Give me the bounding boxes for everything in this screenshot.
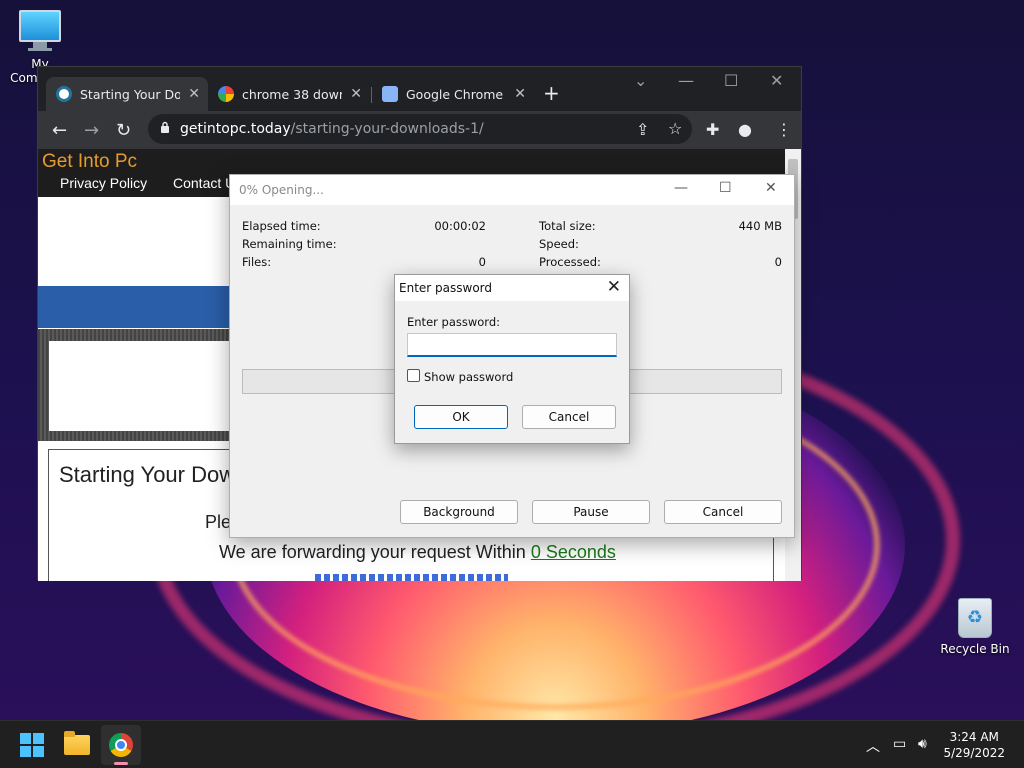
- reload-icon[interactable]: ↻: [116, 120, 131, 141]
- google-icon: [218, 86, 234, 102]
- please-text: Ple: [205, 512, 232, 532]
- url-text: getintopc.today/starting-your-downloads-…: [180, 121, 484, 137]
- chevron-up-icon[interactable]: ︿: [866, 736, 880, 756]
- desktop-icon-recycle-bin[interactable]: Recycle Bin: [935, 598, 1015, 656]
- loading-stripe: [315, 574, 508, 581]
- cancel-button[interactable]: Cancel: [664, 500, 782, 524]
- password-dialog-title: Enter password: [399, 281, 492, 295]
- tab-close-icon[interactable]: ✕: [350, 86, 362, 102]
- url-path: /starting-your-downloads-1/: [290, 121, 484, 137]
- ad-box: [49, 341, 239, 431]
- total-size-value: 440 MB: [738, 219, 782, 233]
- file-explorer-button[interactable]: [57, 725, 97, 765]
- page-title: Starting Your Dow: [59, 462, 236, 487]
- elapsed-label: Elapsed time:: [242, 219, 321, 233]
- taskbar: ︿ ▭ 🔊︎ 3:24 AM 5/29/2022: [0, 720, 1024, 768]
- tab-close-icon[interactable]: ✕: [188, 86, 200, 102]
- monitor-base: [28, 48, 52, 51]
- clock[interactable]: 3:24 AM 5/29/2022: [943, 729, 1005, 761]
- forward-icon[interactable]: →: [84, 120, 99, 141]
- extract-title: 0% Opening...: [239, 183, 324, 197]
- bookmark-star-icon[interactable]: ☆: [668, 119, 682, 138]
- close-button[interactable]: ✕: [770, 71, 783, 90]
- password-title-bar: Enter password ✕: [395, 275, 629, 301]
- tab-close-icon[interactable]: ✕: [514, 86, 526, 102]
- pause-button[interactable]: Pause: [532, 500, 650, 524]
- back-icon[interactable]: ←: [52, 120, 67, 141]
- browser-toolbar: ← → ↻ getintopc.today/starting-your-down…: [38, 111, 801, 149]
- new-tab-button[interactable]: +: [543, 81, 560, 105]
- password-input[interactable]: [407, 333, 617, 357]
- show-password-checkbox[interactable]: [407, 369, 420, 382]
- show-password-label[interactable]: Show password: [424, 370, 513, 384]
- profile-icon[interactable]: ●: [738, 120, 752, 139]
- seconds-link[interactable]: 0 Seconds: [531, 542, 616, 562]
- chrome-icon: [109, 733, 133, 757]
- tab-title: Starting Your Dow: [80, 86, 180, 102]
- site-n-icon: [382, 86, 398, 102]
- files-label: Files:: [242, 255, 272, 269]
- maximize-button[interactable]: ☐: [724, 71, 738, 90]
- speed-label: Speed:: [539, 237, 579, 251]
- tab-title: chrome 38 downlo: [242, 86, 342, 102]
- site-logo[interactable]: Get Into Pc: [42, 151, 137, 173]
- password-dialog: Enter password ✕ Enter password: Show pa…: [394, 274, 630, 444]
- lock-icon: [161, 121, 169, 133]
- monitor-icon: [19, 10, 61, 42]
- tab-search-icon[interactable]: ⌄: [634, 71, 647, 90]
- windows-logo-icon: [20, 733, 44, 757]
- total-size-label: Total size:: [539, 219, 596, 233]
- tab-chrome-38-download[interactable]: chrome 38 downlo ✕: [208, 77, 370, 111]
- extensions-icon[interactable]: ✚: [706, 120, 719, 139]
- files-value: 0: [478, 255, 486, 269]
- forward-text: We are forwarding your request Within 0 …: [219, 542, 616, 563]
- start-button[interactable]: [12, 725, 52, 765]
- maximize-button[interactable]: ☐: [719, 180, 732, 196]
- menu-icon[interactable]: ⋮: [776, 120, 792, 139]
- network-icon[interactable]: ▭: [893, 736, 906, 752]
- folder-icon: [64, 731, 90, 755]
- url-host: getintopc.today: [180, 121, 291, 137]
- clock-time: 3:24 AM: [949, 730, 999, 744]
- clock-date: 5/29/2022: [943, 746, 1005, 760]
- chrome-taskbar-button[interactable]: [101, 725, 141, 765]
- elapsed-value: 00:00:02: [434, 219, 486, 233]
- wordpress-icon: [56, 86, 72, 102]
- ok-button[interactable]: OK: [414, 405, 508, 429]
- processed-value: 0: [774, 255, 782, 269]
- tab-starting-downloads[interactable]: Starting Your Dow ✕: [46, 77, 208, 111]
- tab-title: Google Chrome 3: [406, 86, 506, 102]
- remaining-label: Remaining time:: [242, 237, 337, 251]
- active-app-indicator: [114, 762, 128, 765]
- desktop-icon-label: Recycle Bin: [940, 642, 1010, 656]
- tab-strip: Starting Your Dow ✕ chrome 38 downlo ✕ G…: [38, 67, 801, 111]
- volume-icon[interactable]: 🔊︎: [918, 736, 927, 752]
- extract-title-bar: 0% Opening... — ☐ ✕: [230, 175, 794, 205]
- recycle-bin-icon: [958, 598, 992, 638]
- processed-label: Processed:: [539, 255, 601, 269]
- cancel-button[interactable]: Cancel: [522, 405, 616, 429]
- minimize-button[interactable]: —: [674, 180, 688, 196]
- tab-google-chrome-3[interactable]: Google Chrome 3 ✕: [372, 77, 534, 111]
- forward-label: We are forwarding your request Within: [219, 542, 531, 562]
- minimize-button[interactable]: —: [678, 71, 694, 90]
- nav-privacy-policy[interactable]: Privacy Policy: [60, 175, 147, 191]
- password-label: Enter password:: [407, 315, 500, 329]
- close-icon[interactable]: ✕: [607, 277, 621, 297]
- share-icon[interactable]: ⇪: [636, 120, 649, 139]
- background-button[interactable]: Background: [400, 500, 518, 524]
- address-bar[interactable]: getintopc.today/starting-your-downloads-…: [148, 114, 692, 144]
- close-button[interactable]: ✕: [765, 180, 777, 196]
